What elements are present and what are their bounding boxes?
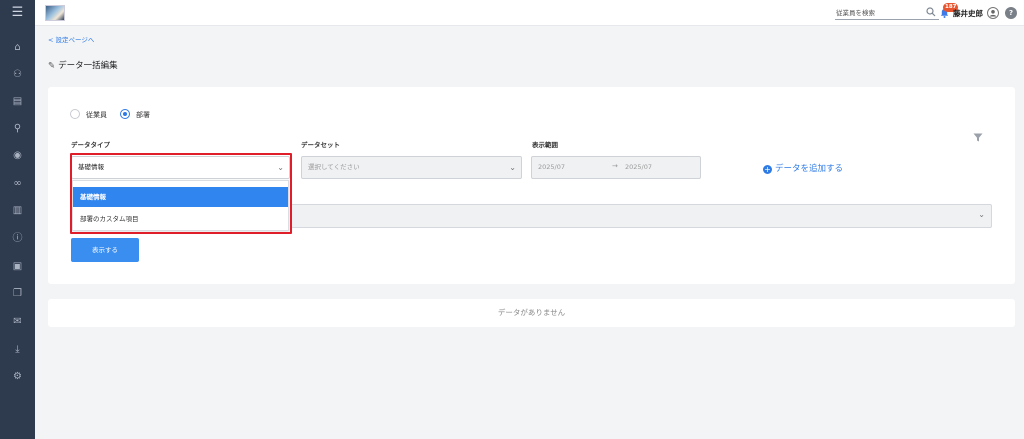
item-select[interactable]: ⌄	[290, 204, 992, 228]
hamburger-menu-icon[interactable]: ☰	[0, 4, 35, 22]
data-type-dropdown: 基礎情報 部署のカスタム項目	[72, 180, 289, 231]
contacts-icon[interactable]: ▣	[0, 259, 35, 275]
chevron-down-icon: ⌄	[978, 210, 985, 219]
add-data-button[interactable]: + データを追加する	[763, 162, 843, 174]
display-range-label: 表示範囲	[532, 141, 558, 149]
book-icon[interactable]: ❐	[0, 286, 35, 302]
company-logo[interactable]	[45, 5, 65, 21]
range-arrow-icon: →	[612, 162, 618, 170]
link-icon[interactable]: ∞	[0, 176, 35, 192]
page-title: ✎ データ一括編集	[48, 59, 118, 71]
page-title-text: データ一括編集	[58, 61, 118, 71]
chevron-down-icon: ⌄	[277, 163, 284, 172]
data-set-label: データセット	[301, 141, 340, 149]
data-type-label: データタイプ	[71, 141, 110, 149]
home-icon[interactable]: ⌂	[0, 40, 35, 56]
filter-icon[interactable]	[973, 133, 983, 145]
user-settings-icon[interactable]: ⚙	[0, 369, 35, 385]
dropdown-option-basic-info[interactable]: 基礎情報	[73, 187, 288, 207]
empty-results: データがありません	[48, 299, 1015, 327]
top-bar: 従業員を検索 187 藤井史郎 ?	[35, 0, 1024, 26]
download-icon[interactable]: ⤓	[0, 342, 35, 358]
range-from: 2025/07	[538, 163, 566, 171]
data-type-value: 基礎情報	[78, 163, 104, 171]
help-icon[interactable]: ?	[1005, 7, 1017, 19]
chevron-down-icon: ⌄	[509, 163, 516, 172]
mail-icon[interactable]: ✉	[0, 314, 35, 330]
info-icon[interactable]: ⓘ	[0, 231, 35, 247]
range-to: 2025/07	[625, 163, 653, 171]
back-to-settings-link[interactable]: < 設定ページへ	[48, 34, 94, 44]
document-icon[interactable]: ▤	[0, 94, 35, 110]
user-name[interactable]: 藤井史郎	[953, 8, 983, 19]
show-button[interactable]: 表示する	[71, 238, 139, 262]
sidebar: ☰ ⌂ ⚇ ▤ ⚲ ◉ ∞ ▥ ⓘ ▣ ❐ ✉ ⤓ ⚙	[0, 0, 35, 439]
employee-search-input[interactable]: 従業員を検索	[835, 6, 939, 20]
radio-employee-label[interactable]: 従業員	[86, 110, 107, 120]
radio-department-label[interactable]: 部署	[136, 110, 150, 120]
search-icon[interactable]: ⚲	[0, 121, 35, 137]
plus-circle-icon: +	[763, 165, 772, 174]
data-set-select[interactable]: 選択してください ⌄	[301, 156, 522, 179]
data-set-placeholder: 選択してください	[308, 163, 360, 171]
radio-department[interactable]	[120, 109, 130, 119]
data-type-select[interactable]: 基礎情報 ⌄	[71, 156, 290, 179]
org-chart-icon[interactable]: ⚇	[0, 67, 35, 83]
avatar-icon[interactable]	[987, 7, 999, 19]
chat-icon[interactable]: ◉	[0, 148, 35, 164]
radio-employee[interactable]	[70, 109, 80, 119]
search-icon[interactable]	[926, 7, 938, 19]
bar-chart-icon[interactable]: ▥	[0, 203, 35, 219]
add-data-label: データを追加する	[775, 164, 844, 174]
pencil-icon: ✎	[48, 61, 56, 71]
dropdown-option-department-custom[interactable]: 部署のカスタム項目	[73, 209, 288, 229]
